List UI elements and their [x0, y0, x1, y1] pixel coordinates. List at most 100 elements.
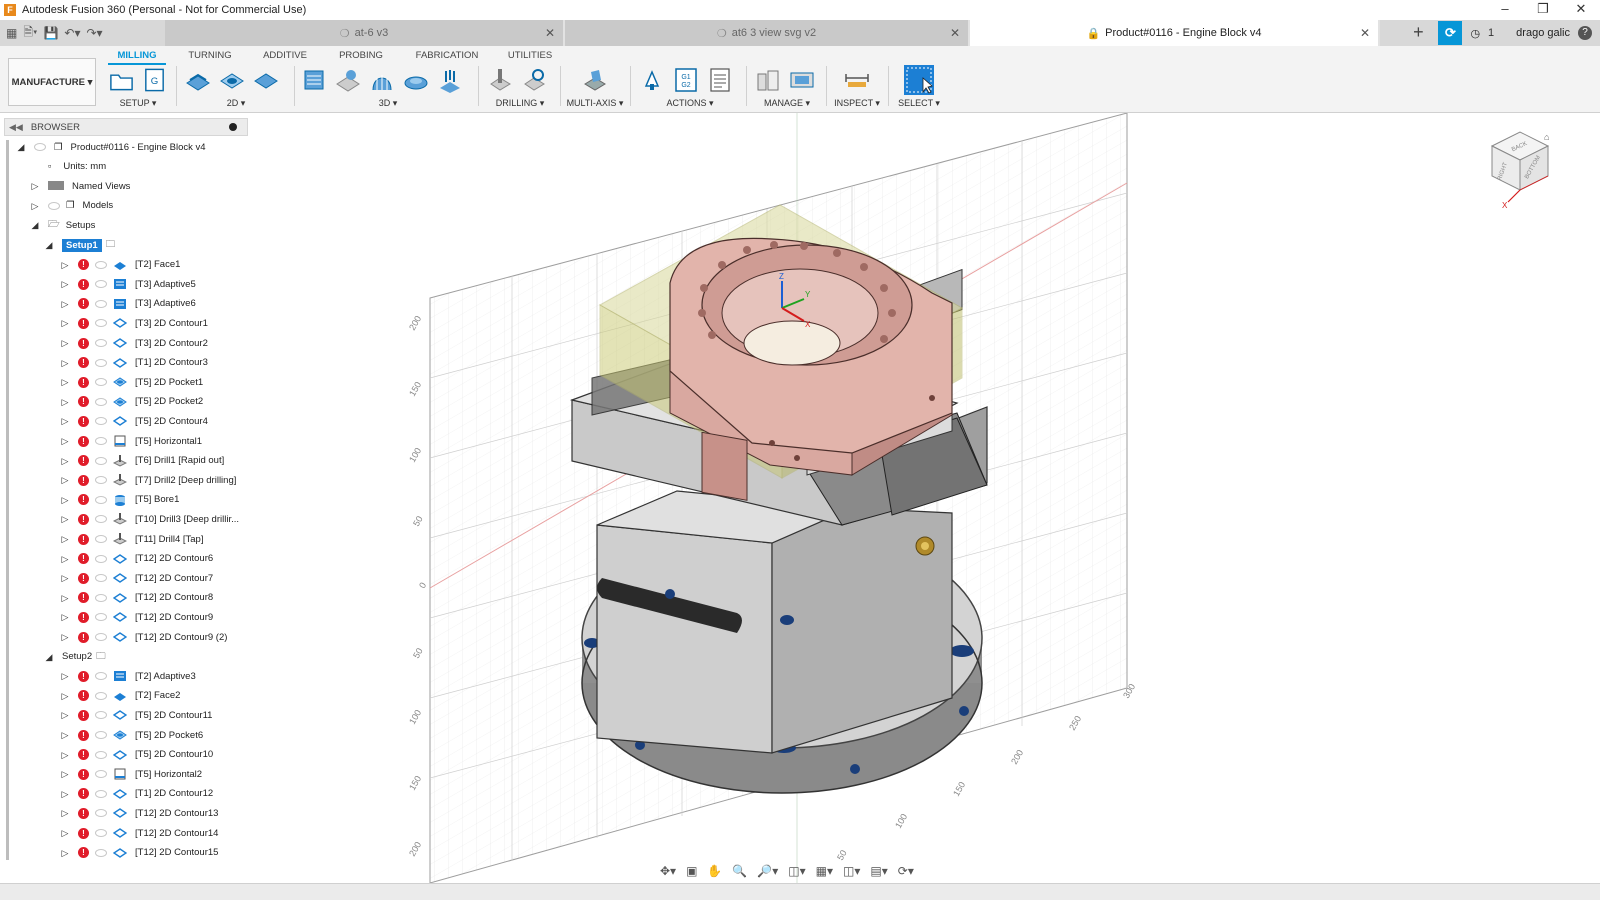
visibility-eye-icon[interactable]: [95, 593, 107, 602]
expand-triangle-icon[interactable]: ▷: [60, 691, 70, 701]
collapse-browser-icon[interactable]: ◀◀: [9, 122, 23, 133]
stock-display-icon[interactable]: ▤▾: [870, 864, 887, 878]
manage-group-label[interactable]: MANAGE ▾: [754, 98, 820, 109]
operation-row[interactable]: ▷! [T12] 2D Contour14: [60, 824, 218, 842]
expand-triangle-icon[interactable]: ▷: [60, 671, 70, 681]
operation-row[interactable]: ▷! [T5] 2D Contour10: [60, 746, 213, 764]
visibility-eye-icon[interactable]: [95, 809, 107, 818]
collapse-triangle-icon[interactable]: ◢: [44, 652, 54, 662]
stock-folder-icon[interactable]: 🗀: [96, 649, 106, 665]
tab-probing[interactable]: PROBING: [316, 48, 406, 65]
expand-triangle-icon[interactable]: ▷: [60, 514, 70, 524]
expand-triangle-icon[interactable]: ▷: [60, 612, 70, 622]
visibility-eye-icon[interactable]: [95, 476, 107, 485]
operation-row[interactable]: ▷! [T3] Adaptive5: [60, 275, 196, 293]
2d-pocket-icon[interactable]: [218, 66, 246, 94]
expand-triangle-icon[interactable]: ▷: [60, 358, 70, 368]
expand-triangle-icon[interactable]: ▷: [60, 769, 70, 779]
tree-root-document[interactable]: ◢ ❐ Product#0116 - Engine Block v4: [16, 138, 206, 156]
restore-button[interactable]: ❐: [1524, 0, 1562, 20]
2d-adaptive-icon[interactable]: [184, 66, 212, 94]
visibility-eye-icon[interactable]: [95, 397, 107, 406]
expand-triangle-icon[interactable]: ▷: [60, 436, 70, 446]
expand-triangle-icon[interactable]: ▷: [30, 201, 40, 211]
visibility-eye-icon[interactable]: [95, 672, 107, 681]
operation-row[interactable]: ▷! [T11] Drill4 [Tap]: [60, 530, 203, 548]
steep-and-shallow-icon[interactable]: [368, 66, 396, 94]
close-window-button[interactable]: ✕: [1562, 0, 1600, 20]
operation-row[interactable]: ▷! [T5] 2D Pocket6: [60, 726, 203, 744]
expand-triangle-icon[interactable]: ▷: [60, 475, 70, 485]
user-name[interactable]: drago galic: [1516, 27, 1570, 39]
drill-icon[interactable]: [486, 66, 514, 94]
zoom-icon[interactable]: 🔍: [732, 864, 747, 878]
select-icon[interactable]: [903, 64, 935, 96]
undo-icon[interactable]: ↶▾: [64, 26, 80, 40]
expand-triangle-icon[interactable]: ▷: [60, 808, 70, 818]
tree-setups[interactable]: ◢ 🗁 Setups: [30, 216, 96, 234]
operation-row[interactable]: ▷! [T7] Drill2 [Deep drilling]: [60, 471, 236, 489]
measure-icon[interactable]: [843, 66, 871, 94]
visibility-eye-icon[interactable]: [34, 143, 46, 151]
operation-row[interactable]: ▷! [T2] Adaptive3: [60, 667, 196, 685]
simulate-icon[interactable]: [638, 66, 666, 94]
visibility-eye-icon[interactable]: [95, 437, 107, 445]
visibility-eye-icon[interactable]: [95, 554, 107, 563]
operation-row[interactable]: ▷! [T5] 2D Pocket1: [60, 373, 203, 391]
drilling-group-label[interactable]: DRILLING ▾: [486, 98, 554, 109]
post-process-icon[interactable]: G1G2: [672, 66, 700, 94]
actions-group-label[interactable]: ACTIONS ▾: [638, 98, 742, 109]
visibility-eye-icon[interactable]: [95, 319, 107, 328]
setup-sheet-icon[interactable]: [706, 66, 734, 94]
collapse-triangle-icon[interactable]: ◢: [44, 240, 54, 250]
expand-triangle-icon[interactable]: ▷: [60, 299, 70, 309]
visibility-eye-icon[interactable]: [95, 613, 107, 622]
operation-row[interactable]: ▷! [T5] 2D Contour4: [60, 412, 208, 430]
operation-row[interactable]: ▷! [T5] 2D Pocket2: [60, 393, 203, 411]
expand-triangle-icon[interactable]: ▷: [60, 750, 70, 760]
hole-recognition-icon[interactable]: [520, 66, 548, 94]
expand-triangle-icon[interactable]: ▷: [60, 730, 70, 740]
tab-additive[interactable]: ADDITIVE: [254, 48, 316, 65]
workspace-switcher-button[interactable]: MANUFACTURE ▾: [8, 58, 96, 106]
expand-triangle-icon[interactable]: ▷: [60, 593, 70, 603]
stock-folder-icon[interactable]: 🗀: [106, 237, 116, 253]
setup1-label[interactable]: Setup1: [62, 238, 102, 252]
3d-group-label[interactable]: 3D ▾: [300, 98, 476, 109]
expand-triangle-icon[interactable]: ▷: [60, 573, 70, 583]
job-status-icon[interactable]: ⟳: [1438, 21, 1463, 45]
expand-triangle-icon[interactable]: ▷: [30, 181, 40, 191]
expand-triangle-icon[interactable]: ▷: [60, 397, 70, 407]
operation-row[interactable]: ▷! [T6] Drill1 [Rapid out]: [60, 452, 224, 470]
operation-row[interactable]: ▷! [T12] 2D Contour6: [60, 550, 213, 568]
parallel-icon[interactable]: [436, 66, 464, 94]
visibility-eye-icon[interactable]: [95, 456, 107, 465]
tab-at6-3-view-svg-v2[interactable]: ❍ at6 3 view svg v2 ✕: [565, 20, 970, 46]
operation-row[interactable]: ▷! [T5] Bore1: [60, 491, 179, 509]
expand-triangle-icon[interactable]: ▷: [60, 456, 70, 466]
expand-triangle-icon[interactable]: ▷: [60, 632, 70, 642]
operation-row[interactable]: ▷! [T3] 2D Contour1: [60, 314, 208, 332]
select-group-label[interactable]: SELECT ▾: [894, 98, 944, 109]
operation-row[interactable]: ▷! [T5] Horizontal2: [60, 765, 202, 783]
save-icon[interactable]: 💾: [43, 26, 58, 40]
browser-scrollbar[interactable]: [6, 140, 9, 860]
expand-triangle-icon[interactable]: ▷: [60, 554, 70, 564]
operation-row[interactable]: ▷! [T1] 2D Contour3: [60, 354, 208, 372]
machine-library-icon[interactable]: [788, 66, 816, 94]
visibility-eye-icon[interactable]: [95, 691, 107, 700]
expand-triangle-icon[interactable]: ▷: [60, 416, 70, 426]
operation-row[interactable]: ▷! [T10] Drill3 [Deep drillir...: [60, 510, 239, 528]
viewport-scene[interactable]: 200 150 100 50 0 50 100 150 200 50 100 1…: [252, 113, 1600, 883]
expand-triangle-icon[interactable]: ▷: [60, 789, 70, 799]
tool-library-icon[interactable]: [754, 66, 782, 94]
minimize-button[interactable]: –: [1486, 0, 1524, 20]
visibility-eye-icon[interactable]: [95, 260, 107, 269]
visibility-eye-icon[interactable]: [95, 417, 107, 426]
expand-triangle-icon[interactable]: ▷: [60, 338, 70, 348]
expand-triangle-icon[interactable]: ▷: [60, 318, 70, 328]
visibility-eye-icon[interactable]: [95, 789, 107, 798]
collapse-triangle-icon[interactable]: ◢: [16, 142, 26, 152]
close-tab-icon[interactable]: ✕: [545, 26, 555, 40]
expand-triangle-icon[interactable]: ▷: [60, 279, 70, 289]
